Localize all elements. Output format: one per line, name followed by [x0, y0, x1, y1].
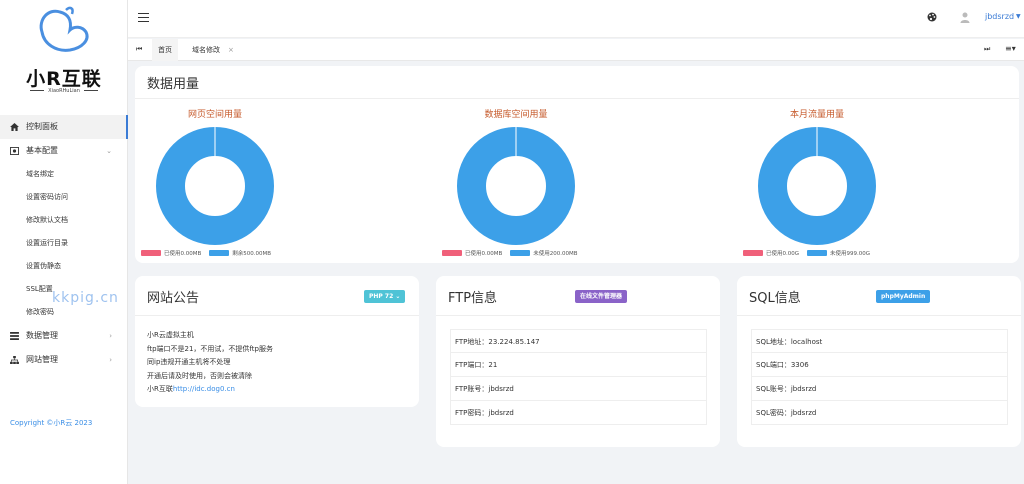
legend-used-label: 已使用0.00MB: [465, 251, 503, 257]
donut-legend[interactable]: 已使用0.00MB 剩余500.00MB: [141, 249, 279, 257]
notice-link-prefix: 小R互联: [147, 385, 173, 394]
sql-port-row: SQL端口：3306: [751, 353, 1008, 377]
ftp-password-row: FTP密码：jbdsrzd: [450, 401, 707, 425]
sidebar-item-dashboard[interactable]: 控制面板: [0, 115, 128, 139]
legend-used-label: 已使用0.00G: [766, 251, 800, 257]
donut-chart: [156, 127, 274, 245]
donut-chart: [758, 127, 876, 245]
logo-icon: [39, 6, 89, 52]
sql-account-row: SQL账号：jbdsrzd: [751, 377, 1008, 401]
sidebar-item-label: 数据管理: [26, 331, 58, 340]
top-header: jbdsrzd ▼: [128, 0, 1024, 38]
phpmyadmin-button[interactable]: phpMyAdmin: [876, 290, 931, 303]
sidebar-item-basic-config[interactable]: 基本配置 ⌄: [0, 139, 128, 163]
ftp-port-row: FTP端口：21: [450, 353, 707, 377]
copyright: Copyright ©小R云 2023: [10, 419, 93, 427]
sidebar-item-site-management[interactable]: 网站管理 ›: [0, 348, 128, 372]
ftp-address-row: FTP地址：23.224.85.147: [450, 329, 707, 353]
legend-used-swatch: [743, 250, 763, 256]
donut-chart: [457, 127, 575, 245]
sql-rows: SQL地址：localhost SQL端口：3306 SQL账号：jbdsrzd…: [751, 329, 1008, 425]
sql-address-row: SQL地址：localhost: [751, 329, 1008, 353]
sql-header: SQL信息 phpMyAdmin: [737, 276, 1021, 316]
caret-down-icon[interactable]: ▼: [1016, 13, 1021, 20]
notice-line: 同ip违规开通主机将不处理: [147, 358, 231, 367]
legend-free-swatch: [510, 250, 531, 256]
legend-free-label: 未使用999.00G: [830, 251, 871, 257]
donut-title: 本月流量用量: [789, 110, 844, 120]
legend-used-label: 已使用0.00MB: [164, 251, 202, 257]
settings-box-icon: [10, 147, 19, 155]
donut-title: 网页空间用量: [187, 110, 242, 120]
brand-name: 小R互联: [26, 68, 102, 90]
sidebar-subitem-run-dir[interactable]: 设置运行目录: [0, 232, 128, 255]
sidebar-item-label: 控制面板: [26, 122, 58, 131]
sitemap-icon: [10, 356, 19, 364]
brand-subtitle: XiaoRHuLian: [0, 88, 128, 94]
tab-bar: ⏮ 首页 域名修改 × ⏭ ≡▾: [128, 39, 1024, 61]
notice-header: 网站公告 PHP 72 ⌄: [135, 276, 419, 316]
legend-used-swatch: [141, 250, 161, 256]
tab-scroll-right-icon[interactable]: ⏭: [984, 45, 990, 54]
ftp-account-row: FTP账号：jbdsrzd: [450, 377, 707, 401]
donut-legend[interactable]: 已使用0.00MB 未使用200.00MB: [442, 249, 586, 257]
watermark: kkpig.cn: [52, 290, 119, 306]
username[interactable]: jbdsrzd: [985, 12, 1014, 21]
tab-domain-edit[interactable]: 域名修改 ×: [186, 39, 240, 61]
usage-title: 数据用量: [147, 77, 200, 92]
sidebar-item-label: 基本配置: [26, 146, 58, 155]
ftp-title: FTP信息: [448, 291, 498, 306]
menu-icon[interactable]: [138, 13, 149, 22]
notice-card: 网站公告 PHP 72 ⌄ 小R云虚拟主机 ftp端口不是21，不用试，不提供f…: [135, 276, 419, 407]
ftp-header: FTP信息 在线文件管理器: [436, 276, 720, 316]
donut-title: 数据库空间用量: [484, 110, 548, 120]
legend-free-swatch: [807, 250, 828, 256]
user-avatar-icon[interactable]: [960, 12, 970, 23]
sidebar-nav: 控制面板 基本配置 ⌄ 域名绑定 设置密码访问 修改默认文档 设置运行目录 设置…: [0, 115, 128, 372]
notice-line: ftp端口不是21，不用试，不提供ftp服务: [147, 344, 273, 353]
chevron-right-icon: ›: [109, 332, 112, 340]
donut-legend[interactable]: 已使用0.00G 未使用999.00G: [743, 249, 878, 257]
legend-free-label: 未使用200.00MB: [533, 251, 578, 257]
notice-link-line: 小R互联http://idc.dog0.cn: [147, 383, 273, 397]
home-icon: [10, 123, 19, 131]
tab-label: 首页: [158, 46, 172, 54]
notice-body: 小R云虚拟主机 ftp端口不是21，不用试，不提供ftp服务 同ip违规开通主机…: [147, 329, 273, 397]
tab-home[interactable]: 首页: [152, 39, 178, 61]
usage-card: 数据用量 网页空间用量已使用0.00MB 剩余500.00MB 数据库空间用量已使用…: [135, 66, 1019, 263]
legend-used-swatch: [442, 250, 462, 256]
close-icon[interactable]: ×: [228, 46, 234, 54]
sidebar-subitem-rewrite[interactable]: 设置伪静态: [0, 255, 128, 278]
chevron-down-icon: ⌄: [395, 293, 401, 300]
tab-label: 域名修改: [192, 46, 220, 54]
legend-free-label: 剩余500.00MB: [232, 251, 272, 257]
idc-link[interactable]: http://idc.dog0.cn: [173, 385, 235, 393]
palette-icon[interactable]: [927, 12, 937, 22]
ftp-card: FTP信息 在线文件管理器 FTP地址：23.224.85.147 FTP端口：…: [436, 276, 720, 447]
legend-free-swatch: [209, 250, 230, 256]
tab-menu-icon[interactable]: ≡▾: [1005, 44, 1016, 53]
sql-password-row: SQL密码：jbdsrzd: [751, 401, 1008, 425]
sidebar-subitem-domain-bind[interactable]: 域名绑定: [0, 163, 128, 186]
ftp-rows: FTP地址：23.224.85.147 FTP端口：21 FTP账号：jbdsr…: [450, 329, 707, 425]
list-icon: [10, 332, 19, 340]
badge-label: PHP 72: [369, 293, 394, 300]
sidebar-item-label: 网站管理: [26, 355, 58, 364]
chevron-right-icon: ›: [109, 356, 112, 364]
file-manager-button[interactable]: 在线文件管理器: [575, 290, 628, 303]
notice-title: 网站公告: [147, 291, 200, 306]
sidebar: 小R互联 XiaoRHuLian 控制面板 基本配置 ⌄ 域名绑定 设置密码访问…: [0, 0, 128, 484]
sidebar-subitem-password-access[interactable]: 设置密码访问: [0, 186, 128, 209]
notice-line: 小R云虚拟主机: [147, 331, 194, 339]
tab-scroll-left-icon[interactable]: ⏮: [136, 45, 142, 54]
sidebar-item-data-management[interactable]: 数据管理 ›: [0, 324, 128, 348]
php-version-badge[interactable]: PHP 72 ⌄: [364, 290, 406, 303]
sidebar-subitem-default-doc[interactable]: 修改默认文档: [0, 209, 128, 232]
logo: 小R互联 XiaoRHuLian: [0, 0, 128, 112]
sql-title: SQL信息: [749, 291, 801, 306]
chevron-down-icon: ⌄: [106, 147, 112, 155]
notice-line: 开通后请及时使用，否则会被清除: [147, 371, 252, 380]
sql-card: SQL信息 phpMyAdmin SQL地址：localhost SQL端口：3…: [737, 276, 1021, 447]
usage-card-header: 数据用量: [135, 66, 1019, 99]
